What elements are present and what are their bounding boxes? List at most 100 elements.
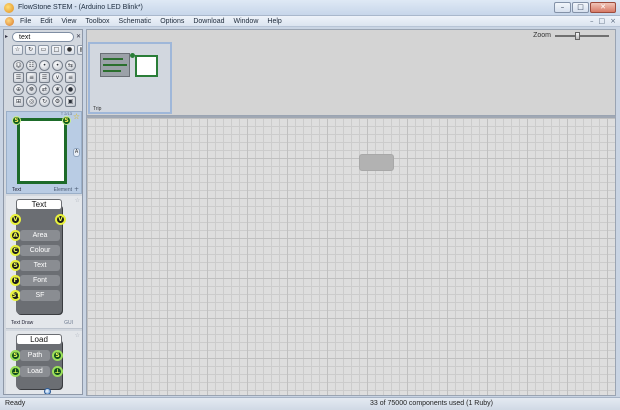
category-cycle-icon[interactable]: ↻ bbox=[39, 96, 50, 107]
zoom-slider-thumb[interactable] bbox=[575, 32, 580, 40]
text-draw-label-sf: SF bbox=[20, 290, 60, 301]
schematic-selection-block[interactable] bbox=[359, 154, 394, 171]
menu-edit[interactable]: Edit bbox=[40, 17, 52, 26]
menu-items: File Edit View Toolbox Schematic Options… bbox=[20, 17, 282, 26]
title-bar: FlowStone STEM - (Arduino LED Blink*) – … bbox=[0, 0, 620, 16]
toolbox-zoom-control[interactable] bbox=[44, 388, 82, 394]
thumbnail-link bbox=[103, 58, 123, 60]
category-lines-icon[interactable]: ≡ bbox=[65, 72, 76, 83]
text-draw-footer-group: GUI bbox=[64, 320, 73, 326]
menu-help[interactable]: Help bbox=[267, 17, 281, 26]
window-title: FlowStone STEM - (Arduino LED Blink*) bbox=[18, 4, 143, 11]
favorite-star-icon[interactable]: ☆ bbox=[73, 112, 80, 121]
trash-icon[interactable]: ▤ bbox=[77, 45, 82, 55]
maximize-button[interactable]: □ bbox=[572, 2, 589, 13]
close-button[interactable]: ✕ bbox=[590, 2, 616, 13]
category-plus-icon[interactable]: ⊕ bbox=[13, 84, 24, 95]
navigator-trip-frame[interactable]: Trip bbox=[88, 42, 172, 114]
category-trigram-icon[interactable]: ☷ bbox=[26, 60, 37, 71]
trip-label: Trip bbox=[93, 106, 102, 112]
category-face-icon[interactable]: ☺ bbox=[13, 60, 24, 71]
text-draw-label-text: Text bbox=[20, 260, 60, 271]
load-label-path: Path bbox=[20, 350, 50, 361]
schematic-canvas[interactable] bbox=[86, 116, 616, 396]
text-draw-favorite-icon[interactable]: ☆ bbox=[75, 197, 80, 204]
category-dot-icon[interactable]: • bbox=[39, 60, 50, 71]
triangle-right-icon[interactable]: ▸ bbox=[5, 33, 10, 41]
text-draw-pin-v-right: V bbox=[55, 214, 66, 225]
preview-name: Text bbox=[12, 187, 22, 193]
menu-download[interactable]: Download bbox=[193, 17, 224, 26]
category-leaf-icon[interactable]: ❦ bbox=[52, 84, 63, 95]
menu-options[interactable]: Options bbox=[160, 17, 184, 26]
preview-side-tab[interactable]: A bbox=[73, 148, 80, 157]
category-vee-icon[interactable]: ∨ bbox=[52, 72, 63, 83]
category-arrows-icon[interactable]: ⇄ bbox=[39, 84, 50, 95]
thumbnail-node bbox=[130, 53, 135, 58]
application-menu-icon[interactable] bbox=[5, 17, 14, 26]
category-gear-icon[interactable]: ⚙ bbox=[52, 96, 63, 107]
status-text: Ready bbox=[5, 400, 26, 407]
text-element-preview bbox=[17, 118, 67, 184]
string-connector-left: S bbox=[12, 116, 21, 125]
text-draw-label-colour: Colour bbox=[20, 245, 60, 256]
doc-restore-button[interactable]: □ bbox=[599, 17, 606, 25]
menu-window[interactable]: Window bbox=[233, 17, 258, 26]
text-draw-pin-v-left: V bbox=[10, 214, 21, 225]
component-usage: 33 of 75000 components used (1 Ruby) bbox=[370, 400, 493, 407]
refresh-icon[interactable]: ↻ bbox=[25, 45, 36, 55]
primitives-icon[interactable]: □ bbox=[51, 45, 62, 55]
toolbox-search-row: ▸ ✕ bbox=[4, 30, 82, 43]
load-module bbox=[16, 339, 62, 389]
load-component-card[interactable]: ☆ Load S Path S ⊥ Load ⊥ bbox=[6, 331, 82, 394]
category-list-icon[interactable]: ☰ bbox=[13, 72, 24, 83]
menu-toolbox[interactable]: Toolbox bbox=[85, 17, 109, 26]
zoom-slider[interactable] bbox=[555, 32, 609, 40]
load-label-load: Load bbox=[20, 366, 50, 377]
thumbnail-text-element bbox=[135, 55, 158, 77]
menu-file[interactable]: File bbox=[20, 17, 31, 26]
canvas-grid bbox=[87, 118, 615, 395]
menu-schematic[interactable]: Schematic bbox=[119, 17, 152, 26]
thumbnail-link bbox=[103, 64, 127, 66]
category-grid-icon[interactable]: ⊞ bbox=[13, 96, 24, 107]
toolbox-search-input[interactable] bbox=[12, 32, 74, 42]
category-box-icon[interactable]: ▣ bbox=[65, 96, 76, 107]
text-draw-component-card[interactable]: ☆ Text V V A Area C Colour S Text F Font… bbox=[6, 196, 82, 329]
text-draw-label-font: Font bbox=[20, 275, 60, 286]
star-icon[interactable]: ☆ bbox=[12, 45, 23, 55]
category-wheel-icon[interactable]: ☸ bbox=[26, 84, 37, 95]
thumbnail-link bbox=[103, 70, 121, 72]
doc-minimize-button[interactable]: – bbox=[590, 17, 594, 25]
load-pin-load-out: ⊥ bbox=[52, 366, 63, 377]
load-title: Load bbox=[16, 334, 62, 345]
category-bars-icon[interactable]: ≡ bbox=[26, 72, 37, 83]
minimize-button[interactable]: – bbox=[554, 2, 571, 13]
text-draw-label-area: Area bbox=[20, 230, 60, 241]
menu-bar: File Edit View Toolbox Schematic Options… bbox=[0, 16, 620, 27]
category-dot2-icon[interactable]: • bbox=[52, 60, 63, 71]
ruby-icon[interactable]: ● bbox=[64, 45, 75, 55]
string-connector-right: S bbox=[62, 116, 71, 125]
doc-close-button[interactable]: × bbox=[610, 17, 616, 25]
document-window-controls: – □ × bbox=[590, 17, 616, 25]
category-stack-icon[interactable]: ☰ bbox=[39, 72, 50, 83]
modules-icon[interactable]: ▭ bbox=[38, 45, 49, 55]
zoom-label: Zoom bbox=[533, 32, 551, 39]
filter-buttons: ☆ ↻ ▭ □ ● ▤ bbox=[12, 45, 82, 55]
category-swap-icon[interactable]: ⇆ bbox=[65, 60, 76, 71]
category-target-icon[interactable]: ◎ bbox=[26, 96, 37, 107]
flowstone-app-icon[interactable] bbox=[4, 3, 14, 13]
window-controls: – □ ✕ bbox=[554, 2, 616, 13]
category-circle-icon[interactable]: ● bbox=[65, 84, 76, 95]
toolbox-zoom-knob[interactable] bbox=[44, 388, 51, 394]
navigator-panel: Zoom Trip bbox=[86, 29, 616, 116]
status-bar: Ready 33 of 75000 components used (1 Rub… bbox=[0, 397, 620, 410]
x-icon[interactable]: ✕ bbox=[76, 33, 82, 41]
preview-group: Element bbox=[53, 187, 72, 193]
load-favorite-icon[interactable]: ☆ bbox=[75, 332, 80, 339]
add-icon[interactable]: + bbox=[74, 186, 79, 193]
selected-component-preview[interactable]: T 2/13 S S ☆ A Text Element + bbox=[6, 111, 82, 194]
menu-view[interactable]: View bbox=[61, 17, 76, 26]
toolbox-panel: ▸ ✕ ☆ ↻ ▭ □ ● ▤ ☺ ☷ • • ⇆ ☰ ≡ ☰ ∨ ≡ ⊕ ☸ … bbox=[3, 29, 83, 395]
